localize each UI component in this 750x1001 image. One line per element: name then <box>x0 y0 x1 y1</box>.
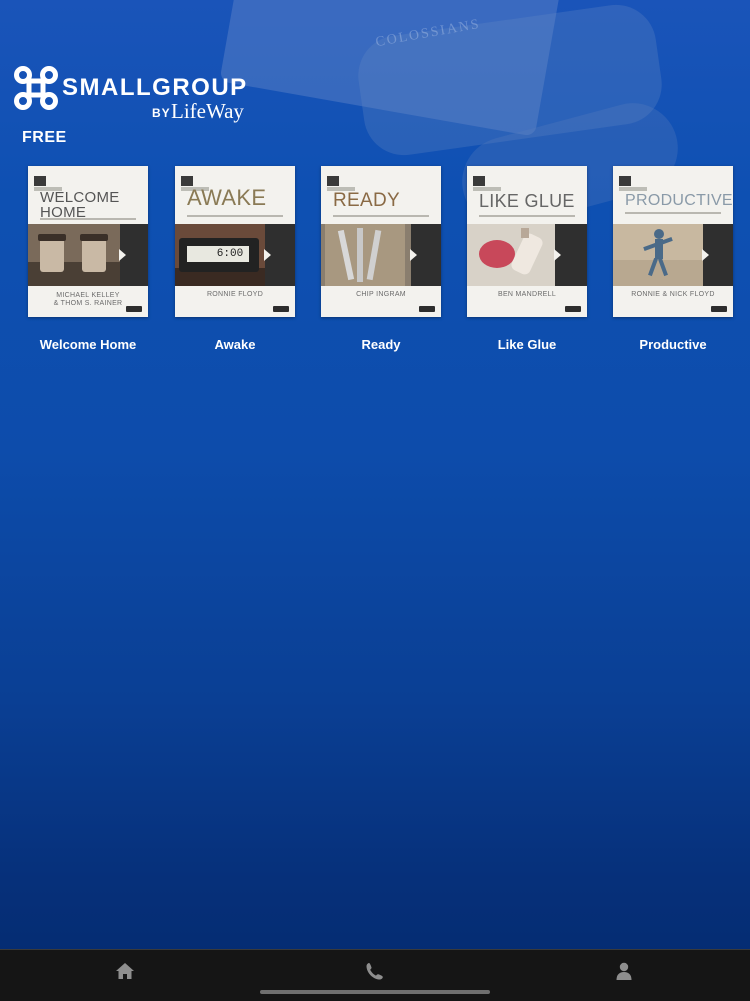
study-cover[interactable]: AWAKE 6:00 RONNIE FLOYD <box>175 166 295 317</box>
study-title[interactable]: Ready <box>301 337 461 352</box>
study-title[interactable]: Welcome Home <box>8 337 168 352</box>
cover-subtitle <box>479 215 575 217</box>
study-carousel[interactable]: WELCOME HOME MICHAEL KELLEY & THOM S. RA… <box>0 166 750 366</box>
tab-phone[interactable] <box>364 960 386 982</box>
cover-author: RONNIE & NICK FLOYD <box>631 291 715 298</box>
glue-hands-image <box>467 224 555 286</box>
smallgroup-logo-icon <box>14 66 58 110</box>
publisher-logo-icon <box>565 306 581 312</box>
cover-badge <box>619 176 631 186</box>
cover-subtitle <box>187 215 283 217</box>
coffee-cups-image <box>28 224 120 286</box>
study-card-ready[interactable]: READY CHIP INGRAM Ready <box>321 166 441 352</box>
cover-title: AWAKE <box>187 185 267 210</box>
cover-title: WELCOME HOME <box>40 189 120 221</box>
phone-icon <box>366 963 383 980</box>
study-card-welcome-home[interactable]: WELCOME HOME MICHAEL KELLEY & THOM S. RA… <box>28 166 148 352</box>
cover-photo <box>613 224 733 286</box>
cover-subtitle <box>625 212 721 214</box>
cover-photo: 6:00 <box>175 224 295 286</box>
cover-title: PRODUCTIVE <box>625 192 733 209</box>
cover-badge <box>473 176 485 186</box>
cover-badge <box>34 176 46 186</box>
cover-photo <box>321 224 441 286</box>
tools-image <box>321 224 411 286</box>
publisher-logo-icon <box>711 306 727 312</box>
publisher-logo-icon <box>126 306 142 312</box>
study-title[interactable]: Awake <box>155 337 315 352</box>
publisher-logo-icon <box>273 306 289 312</box>
study-cover[interactable]: READY CHIP INGRAM <box>321 166 441 317</box>
brand-partner: LifeWay <box>171 99 244 123</box>
person-icon <box>616 962 632 980</box>
cover-subtitle <box>333 215 429 217</box>
cover-badge-bar <box>619 187 647 191</box>
cover-title: READY <box>333 190 400 211</box>
brand-name: SMALLGROUP <box>62 74 248 101</box>
cover-photo <box>28 224 148 286</box>
running-figure-image <box>613 224 703 286</box>
brand-by: BY <box>152 106 171 120</box>
study-title[interactable]: Productive <box>593 337 750 352</box>
cover-badge <box>327 176 339 186</box>
study-cover[interactable]: PRODUCTIVE RONNIE & NICK FLOYD <box>613 166 733 317</box>
cover-author: BEN MANDRELL <box>497 291 557 298</box>
study-title[interactable]: Like Glue <box>447 337 607 352</box>
home-indicator[interactable] <box>260 990 490 994</box>
tab-profile[interactable] <box>613 960 635 982</box>
publisher-logo-icon <box>419 306 435 312</box>
cover-subtitle <box>40 218 136 220</box>
study-card-productive[interactable]: PRODUCTIVE RONNIE & NICK FLOYD Productiv… <box>613 166 733 352</box>
section-label-free: FREE <box>22 129 67 146</box>
cover-photo <box>467 224 587 286</box>
study-card-like-glue[interactable]: LIKE GLUE BEN MANDRELL Like Glue <box>467 166 587 352</box>
study-cover[interactable]: LIKE GLUE BEN MANDRELL <box>467 166 587 317</box>
cover-author: CHIP INGRAM <box>356 291 406 298</box>
study-card-awake[interactable]: AWAKE 6:00 RONNIE FLOYD Awake <box>175 166 295 352</box>
study-cover[interactable]: WELCOME HOME MICHAEL KELLEY & THOM S. RA… <box>28 166 148 317</box>
tab-home[interactable] <box>114 960 136 982</box>
cover-author: RONNIE FLOYD <box>206 291 264 298</box>
clock-display: 6:00 <box>216 248 244 260</box>
home-icon <box>116 963 134 979</box>
cover-title: LIKE GLUE <box>479 191 575 211</box>
